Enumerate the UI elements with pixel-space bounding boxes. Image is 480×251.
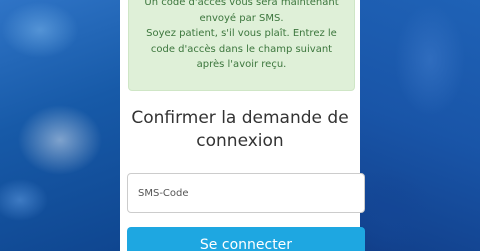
title-line: connexion [196,131,284,151]
alert-line: Soyez patient, s'il vous plaît. Entrez l… [146,28,337,40]
alert-line: envoyé par SMS. [199,12,284,24]
login-card: Un code d'accès vous sera maintenant env… [120,0,365,251]
sms-code-input[interactable] [127,173,365,213]
title-line: Confirmer la demande de [131,108,349,128]
background-image-left [0,0,120,251]
login-page: Un code d'accès vous sera maintenant env… [0,0,480,251]
alert-line: code d'accès dans le champ suivant [150,43,333,55]
sms-info-alert: Un code d'accès vous sera maintenant env… [128,0,355,91]
background-image-right [360,0,480,251]
alert-line: après l'avoir reçu. [196,59,287,71]
page-title: Confirmer la demande de connexion [120,107,360,153]
alert-line: Un code d'accès vous sera maintenant [144,0,339,8]
login-button[interactable]: Se connecter [127,227,365,251]
